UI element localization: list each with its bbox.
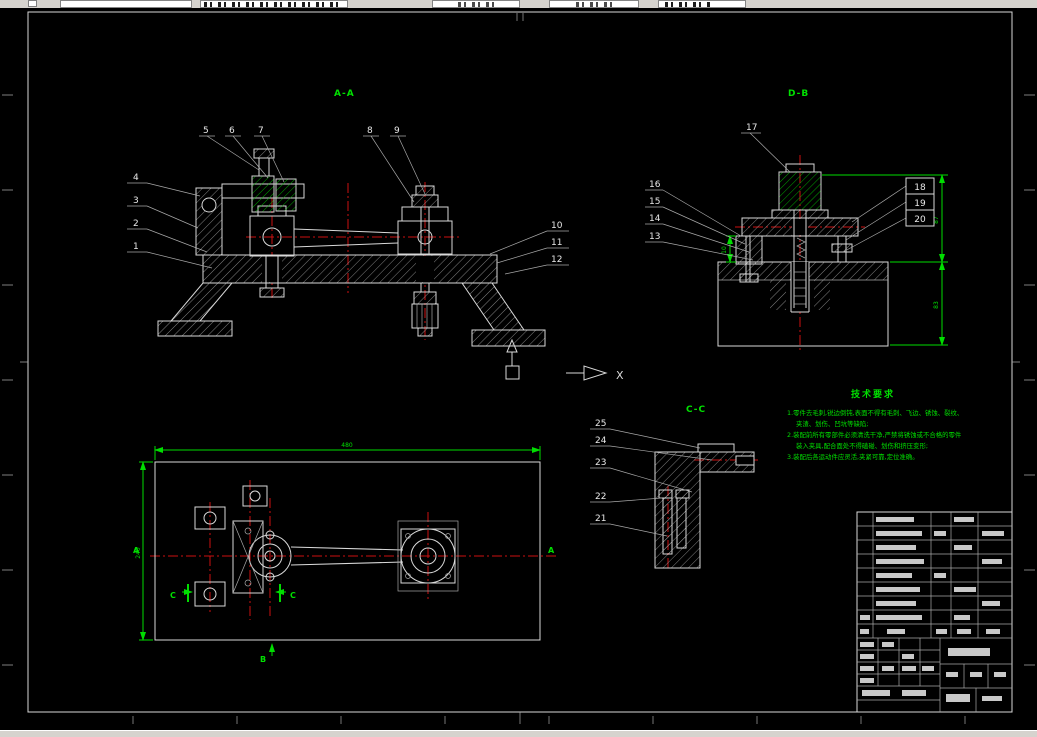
callout-3: 3 [133, 196, 139, 206]
mark-b: B [260, 655, 266, 664]
view-label-db: D-B [788, 89, 809, 99]
callout-20: 20 [914, 215, 926, 225]
callout-22: 22 [595, 492, 606, 502]
toolbar-combobox-1[interactable] [60, 0, 192, 8]
toolbar-combobox-2[interactable] [200, 0, 348, 8]
callout-9: 9 [394, 126, 400, 136]
combobox-content [204, 2, 344, 7]
combobox-content [575, 2, 613, 7]
view-label-cc: C-C [686, 405, 706, 415]
mark-c-left: C [170, 591, 176, 600]
tech-line-4: 装入夹具,配合面处不得磕碰、划伤和挤压变形; [796, 441, 928, 450]
combobox-content [665, 2, 713, 7]
toolbar-combobox-5[interactable] [658, 0, 746, 8]
title-block [856, 511, 1013, 713]
callout-4: 4 [133, 173, 139, 183]
callout-17: 17 [746, 123, 757, 133]
callout-8: 8 [367, 126, 373, 136]
callout-15: 15 [649, 197, 660, 207]
dim-db-lower: 83 [933, 301, 940, 309]
callout-14: 14 [649, 214, 661, 224]
tech-title: 技术要求 [851, 388, 895, 400]
callout-6: 6 [229, 126, 235, 136]
plan-view: 480 240 C C B A A [133, 442, 556, 664]
cad-viewport[interactable]: A-A 5 6 7 8 9 4 3 2 1 10 11 12 D-B 87 83… [0, 8, 1037, 730]
callout-7: 7 [258, 126, 264, 136]
toolbar-button[interactable] [28, 0, 37, 7]
tech-line-5: 3.装配后各运动件应灵活,夹紧可靠,定位准确。 [787, 452, 919, 461]
callout-13: 13 [649, 232, 660, 242]
callout-23: 23 [595, 458, 606, 468]
callout-18: 18 [914, 183, 926, 193]
mark-a-right: A [548, 546, 555, 555]
callout-24: 24 [595, 436, 607, 446]
toolbar-combobox-4[interactable] [549, 0, 639, 8]
callout-5: 5 [203, 126, 209, 136]
callout-1: 1 [133, 242, 139, 252]
callout-2: 2 [133, 219, 139, 229]
mark-c-right: C [290, 591, 296, 600]
callout-11: 11 [551, 238, 562, 248]
tech-line-2: 夹渣、划伤、凹坑等缺陷; [796, 419, 868, 428]
application-window: A-A 5 6 7 8 9 4 3 2 1 10 11 12 D-B 87 83… [0, 0, 1037, 737]
bottom-strip [0, 730, 1037, 737]
section-view-aa: A-A [157, 89, 546, 347]
dim-plan-width: 480 [341, 442, 353, 449]
toolbar-combobox-3[interactable] [432, 0, 520, 8]
section-view-cc: C-C [654, 405, 760, 570]
callout-21: 21 [595, 514, 606, 524]
cad-drawing: A-A 5 6 7 8 9 4 3 2 1 10 11 12 D-B 87 83… [2, 11, 1035, 724]
callout-12: 12 [551, 255, 562, 265]
mark-a-left: A [133, 546, 140, 555]
callout-25: 25 [595, 419, 606, 429]
dim-db-small: 10 [721, 246, 728, 254]
view-label-aa: A-A [334, 89, 355, 99]
axis-x-label: X [616, 369, 624, 382]
callout-19: 19 [914, 199, 926, 209]
callout-16: 16 [649, 180, 661, 190]
tech-requirements: 技术要求 1.零件去毛刺,锐边倒钝,表面不得有毛刺、飞边、锈蚀、裂纹、 夹渣、划… [787, 388, 963, 461]
tech-line-1: 1.零件去毛刺,锐边倒钝,表面不得有毛刺、飞边、锈蚀、裂纹、 [787, 408, 963, 417]
callout-10: 10 [551, 221, 563, 231]
tech-line-3: 2.装配前所有零部件必须清洗干净,严禁将锈蚀或不合格的零件 [787, 430, 962, 439]
combobox-content [457, 2, 495, 7]
